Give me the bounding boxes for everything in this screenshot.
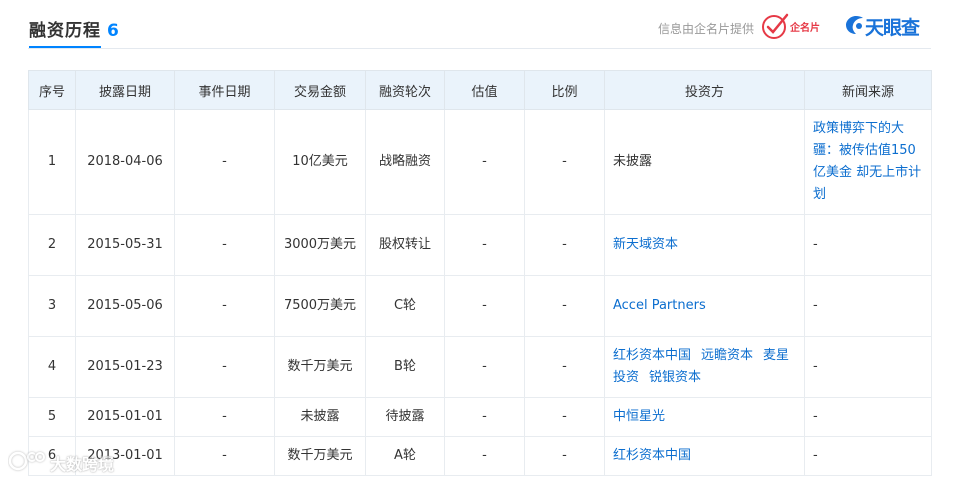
column-header-index: 序号: [28, 70, 76, 110]
section-header: 融资历程 6 信息由企名片提供 企名片 天眼查: [0, 0, 953, 50]
watermark: 大数跨境: [8, 448, 128, 476]
cell-investors: 中恒星光: [604, 397, 805, 437]
cell-valuation: -: [444, 397, 525, 437]
watermark-text: 大数跨境: [50, 455, 115, 474]
investor-text: 未披露: [613, 154, 653, 169]
cell-amount: 数千万美元: [274, 436, 366, 476]
cell-valuation: -: [444, 275, 525, 337]
table-row: 4 2015-01-23 - 数千万美元 B轮 - - 红杉资本中国 远瞻资本 麦星…: [28, 336, 932, 398]
cell-amount: 数千万美元: [274, 336, 366, 398]
cell-event-date: -: [174, 397, 275, 437]
financing-count-badge: 6: [107, 21, 120, 41]
cell-news: -: [804, 397, 932, 437]
cell-disclosure-date: 2015-05-06: [75, 275, 175, 337]
column-header-amount: 交易金额: [274, 70, 366, 110]
cell-event-date: -: [174, 275, 275, 337]
cell-event-date: -: [174, 436, 275, 476]
column-header-investors: 投资方: [604, 70, 805, 110]
cell-amount: 3000万美元: [274, 214, 366, 276]
cell-news: -: [804, 336, 932, 398]
cell-disclosure-date: 2018-04-06: [75, 109, 175, 215]
investor-link[interactable]: 新天域资本: [613, 237, 678, 252]
cell-ratio: -: [524, 275, 605, 337]
tianyancha-brand-text: 天眼查: [865, 17, 920, 39]
cell-valuation: -: [444, 336, 525, 398]
cell-ratio: -: [524, 436, 605, 476]
provider-text: 信息由企名片提供: [658, 22, 755, 36]
cell-ratio: -: [524, 397, 605, 437]
cell-ratio: -: [524, 214, 605, 276]
tianyancha-eye-icon: [846, 16, 863, 34]
cell-index: 5: [28, 397, 76, 437]
cell-investors: 红杉资本中国 远瞻资本 麦星投资 锐银资本: [604, 336, 805, 398]
table-row: 2 2015-05-31 - 3000万美元 股权转让 - - 新天域资本 -: [28, 214, 932, 276]
cell-investors: 新天域资本: [604, 214, 805, 276]
investor-link[interactable]: 远瞻资本: [701, 348, 753, 363]
table-header-row: 序号 披露日期 事件日期 交易金额 融资轮次 估值 比例 投资方 新闻来源: [28, 70, 932, 110]
header-divider: [28, 48, 931, 49]
cell-investors: Accel Partners: [604, 275, 805, 337]
table-row: 3 2015-05-06 - 7500万美元 C轮 - - Accel Part…: [28, 275, 932, 337]
cell-event-date: -: [174, 109, 275, 215]
cell-investors: 未披露: [604, 109, 805, 215]
investor-link[interactable]: Accel Partners: [613, 298, 706, 313]
cell-news: 政策博弈下的大疆：被传估值150亿美金 却无上市计划: [804, 109, 932, 215]
qimingpian-logo-text: 企名片: [790, 23, 820, 34]
cell-ratio: -: [524, 109, 605, 215]
cell-index: 3: [28, 275, 76, 337]
investor-link[interactable]: 中恒星光: [613, 409, 665, 424]
investor-link[interactable]: 红杉资本中国: [613, 348, 691, 363]
column-header-round: 融资轮次: [365, 70, 445, 110]
investor-link[interactable]: 红杉资本中国: [613, 448, 691, 463]
cell-news: -: [804, 214, 932, 276]
section-title: 融资历程 6: [29, 16, 120, 41]
cell-round: 股权转让: [365, 214, 445, 276]
cell-valuation: -: [444, 436, 525, 476]
cell-index: 4: [28, 336, 76, 398]
column-header-event-date: 事件日期: [174, 70, 275, 110]
cell-index: 2: [28, 214, 76, 276]
cell-round: 待披露: [365, 397, 445, 437]
column-header-news-source: 新闻来源: [804, 70, 932, 110]
cell-event-date: -: [174, 214, 275, 276]
cell-amount: 10亿美元: [274, 109, 366, 215]
cell-ratio: -: [524, 336, 605, 398]
watermark-logo-icon: [8, 451, 45, 471]
column-header-valuation: 估值: [444, 70, 525, 110]
cell-disclosure-date: 2015-05-31: [75, 214, 175, 276]
cell-news: -: [804, 436, 932, 476]
cell-amount: 未披露: [274, 397, 366, 437]
cell-event-date: -: [174, 336, 275, 398]
check-circle-icon: [762, 13, 789, 39]
cell-valuation: -: [444, 109, 525, 215]
cell-round: 战略融资: [365, 109, 445, 215]
financing-table-container: 序号 披露日期 事件日期 交易金额 融资轮次 估值 比例 投资方 新闻来源 1 …: [28, 70, 932, 476]
financing-table: 序号 披露日期 事件日期 交易金额 融资轮次 估值 比例 投资方 新闻来源 1 …: [28, 70, 932, 476]
cell-disclosure-date: 2015-01-01: [75, 397, 175, 437]
column-header-ratio: 比例: [524, 70, 605, 110]
table-row: 6 2013-01-01 - 数千万美元 A轮 - - 红杉资本中国 -: [28, 436, 932, 476]
news-link[interactable]: 政策博弈下的大疆：被传估值150亿美金 却无上市计划: [813, 121, 921, 202]
cell-amount: 7500万美元: [274, 275, 366, 337]
cell-disclosure-date: 2015-01-23: [75, 336, 175, 398]
investor-link[interactable]: 锐银资本: [649, 370, 701, 385]
cell-valuation: -: [444, 214, 525, 276]
cell-index: 1: [28, 109, 76, 215]
column-header-disclosure-date: 披露日期: [75, 70, 175, 110]
cell-investors: 红杉资本中国: [604, 436, 805, 476]
cell-round: B轮: [365, 336, 445, 398]
table-row: 5 2015-01-01 - 未披露 待披露 - - 中恒星光 -: [28, 397, 932, 437]
section-title-text: 融资历程: [29, 21, 101, 41]
cell-round: C轮: [365, 275, 445, 337]
cell-news: -: [804, 275, 932, 337]
table-row: 1 2018-04-06 - 10亿美元 战略融资 - - 未披露 政策博弈下的…: [28, 109, 932, 215]
tianyancha-logo[interactable]: 天眼查: [845, 13, 931, 39]
cell-round: A轮: [365, 436, 445, 476]
